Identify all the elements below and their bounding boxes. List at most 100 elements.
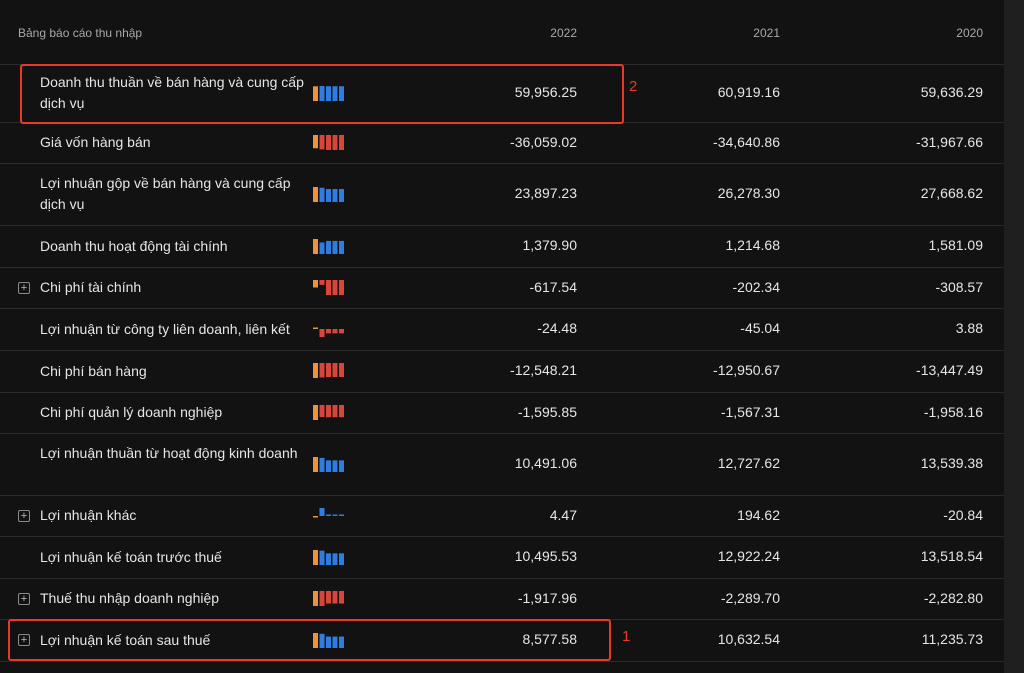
sparkline-bar: [313, 457, 318, 472]
trend-sparkline: [313, 363, 344, 378]
sparkline-bar: [339, 553, 344, 565]
trend-sparkline: [313, 590, 344, 606]
expand-icon[interactable]: +: [18, 509, 30, 522]
sparkline-bar: [326, 553, 331, 565]
value-cell-2021: -1,567.31: [720, 403, 780, 420]
sparkline-bar: [319, 187, 325, 202]
table-row[interactable]: Lợi nhuận kế toán trước thuế 10,495.53 12,…: [0, 536, 1004, 579]
sparkline-bar: [332, 134, 338, 150]
value-cell-2021: 12,727.62: [717, 455, 780, 471]
value-cell-2020: -20.84: [943, 506, 983, 523]
sparkline-bar: [326, 514, 331, 516]
value-cell-2022: -36,059.02: [510, 133, 577, 150]
trend-sparkline: [313, 279, 344, 295]
sparkline-bar: [319, 329, 325, 337]
highlight-box-1: [8, 619, 611, 661]
expand-icon[interactable]: +: [18, 281, 30, 294]
sparkline-bar: [339, 279, 344, 295]
value-cell-2021: -202.34: [732, 278, 780, 295]
value-cell-2021: 26,278.30: [717, 185, 780, 201]
table-row[interactable]: Chi phí quản lý doanh nghiệp -1,595.85 -1,…: [0, 392, 1004, 434]
table-row[interactable]: + Chi phí tài chính -617.54 -202.34 -308.57: [0, 267, 1004, 309]
highlight-label-2: 2: [629, 78, 638, 95]
highlight-label-1: 1: [622, 628, 631, 645]
table-row[interactable]: Giá vốn hàng bán -36,059.02 -34,640.86 -31,…: [0, 122, 1004, 164]
sparkline-bar: [339, 134, 344, 150]
value-cell-2020: 27,668.62: [920, 185, 983, 201]
value-cell-2022: 23,897.23: [514, 185, 577, 201]
sparkline-bar: [332, 240, 338, 254]
sparkline-bar: [313, 327, 318, 329]
sparkline-bar: [326, 329, 331, 334]
table-title: Bảng báo cáo thu nhập: [18, 26, 143, 40]
year-header-2020[interactable]: 2020: [903, 26, 983, 40]
value-cell-2020: 1,581.09: [928, 237, 984, 253]
sparkline-bar: [339, 514, 344, 516]
scrollbar[interactable]: [1004, 0, 1024, 673]
sparkline-bar: [332, 363, 338, 377]
sparkline-bar: [339, 590, 344, 604]
year-header-2021[interactable]: 2021: [700, 26, 780, 40]
sparkline-bar: [313, 515, 318, 517]
row-label: Lợi nhuận gộp về bán hàng và cung cấp dị…: [40, 175, 291, 212]
value-cell-2020: -13,447.49: [916, 362, 983, 378]
value-cell-2022: 10,491.06: [514, 455, 577, 471]
sparkline-bar: [326, 134, 331, 150]
value-cell-2020: 59,636.29: [920, 84, 983, 100]
year-header-2022[interactable]: 2022: [497, 26, 577, 40]
sparkline-bar: [339, 329, 344, 334]
value-cell-2021: -2,289.70: [720, 589, 780, 606]
sparkline-bar: [332, 460, 338, 472]
sparkline-bar: [332, 514, 338, 516]
sparkline-bar: [319, 363, 325, 378]
table-row[interactable]: Lợi nhuận gộp về bán hàng và cung cấp dị…: [0, 163, 1004, 226]
row-label: Chi phí tài chính: [40, 279, 142, 295]
value-cell-2020: -31,967.66: [916, 133, 983, 150]
sparkline-bar: [326, 279, 331, 295]
sparkline-bar: [332, 404, 338, 417]
sparkline-bar: [319, 590, 325, 606]
sparkline-bar: [319, 279, 325, 285]
row-label: Chi phí bán hàng: [40, 362, 147, 379]
sparkline-bar: [332, 329, 338, 334]
trend-sparkline: [313, 134, 344, 150]
sparkline-bar: [326, 189, 331, 202]
value-cell-2022: -1,595.85: [517, 403, 577, 420]
sparkline-bar: [339, 189, 344, 202]
sparkline-bar: [313, 134, 318, 148]
table-row[interactable]: + Lợi nhuận khác 4.47 194.62 -20.84: [0, 495, 1004, 537]
table-row[interactable]: Lợi nhuận từ công ty liên doanh, liên kế…: [0, 308, 1004, 351]
row-label: Doanh thu hoạt động tài chính: [40, 237, 228, 254]
value-cell-2020: -1,958.16: [923, 403, 983, 420]
row-label: Lợi nhuận từ công ty liên doanh, liên kế…: [40, 320, 290, 337]
value-cell-2021: 60,919.16: [717, 84, 780, 100]
sparkline-bar: [313, 279, 318, 287]
row-label: Chi phí quản lý doanh nghiệp: [40, 404, 223, 420]
table-row[interactable]: Doanh thu hoạt động tài chính 1,379.90 1,2…: [0, 225, 1004, 268]
trend-sparkline: [313, 187, 344, 202]
sparkline-bar: [313, 550, 318, 565]
row-label: Lợi nhuận thuần từ hoạt động kinh doanh: [40, 445, 298, 461]
income-statement-panel: Bảng báo cáo thu nhập 2022 2021 2020 Doa…: [0, 0, 1004, 673]
table-row[interactable]: + Thuế thu nhập doanh nghiệp -1,917.96 -2,2…: [0, 578, 1004, 620]
row-label: Lợi nhuận khác: [40, 507, 137, 523]
value-cell-2021: -45.04: [740, 320, 780, 336]
row-label: Giá vốn hàng bán: [40, 134, 151, 150]
sparkline-bar: [339, 404, 344, 417]
table-row[interactable]: Lợi nhuận thuần từ hoạt động kinh doanh 1…: [0, 433, 1004, 496]
sparkline-bar: [332, 189, 338, 202]
value-cell-2022: -12,548.21: [510, 362, 577, 378]
value-cell-2020: 13,539.38: [920, 455, 983, 471]
trend-sparkline: [313, 327, 344, 337]
table-row[interactable]: Chi phí bán hàng -12,548.21 -12,950.67 -13,…: [0, 350, 1004, 393]
trend-sparkline: [313, 550, 344, 565]
value-cell-2020: 13,518.54: [920, 548, 983, 564]
value-cell-2021: 1,214.68: [725, 237, 781, 253]
value-cell-2020: 11,235.73: [921, 631, 983, 647]
expand-icon[interactable]: +: [18, 592, 30, 605]
sparkline-bar: [332, 590, 338, 604]
sparkline-bar: [319, 457, 325, 472]
sparkline-bar: [313, 590, 318, 606]
sparkline-bar: [313, 239, 318, 254]
sparkline-bar: [332, 279, 338, 295]
